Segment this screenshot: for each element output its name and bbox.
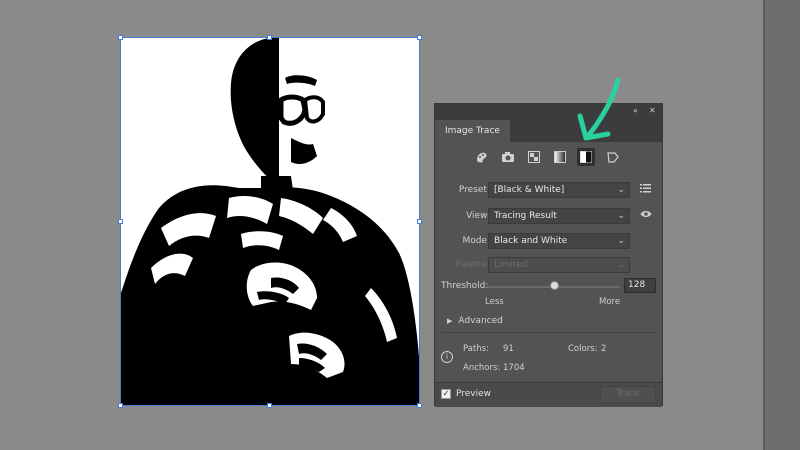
palette-label: Palette: — [455, 260, 490, 270]
grayscale-icon[interactable] — [551, 148, 569, 166]
mode-label: Mode: — [462, 236, 490, 246]
trace-stats: i Paths: 91 Colors: 2 Anchors: 1704 — [435, 341, 662, 381]
preset-list-icon[interactable] — [640, 184, 651, 196]
preset-label: Preset: — [458, 185, 490, 195]
view-dropdown[interactable]: Tracing Result ⌄ — [488, 208, 630, 224]
chevron-down-icon: ⌄ — [617, 211, 625, 221]
trace-button[interactable]: Trace — [600, 386, 656, 403]
view-value: Tracing Result — [494, 211, 557, 221]
selection-handle-top-right[interactable] — [417, 35, 422, 40]
chevron-down-icon: ⌄ — [617, 260, 625, 270]
workspace-right-edge — [763, 0, 800, 450]
tab-image-trace[interactable]: Image Trace — [435, 120, 510, 142]
palette-dropdown: Limited ⌄ — [488, 257, 630, 273]
high-color-icon[interactable] — [499, 148, 517, 166]
selection-handle-bottom-center[interactable] — [267, 403, 272, 408]
chevron-down-icon: ⌄ — [617, 236, 625, 246]
artboard-traced-image[interactable] — [121, 38, 420, 406]
mode-dropdown[interactable]: Black and White ⌄ — [488, 233, 630, 249]
selection-handle-bottom-right[interactable] — [417, 403, 422, 408]
view-row: View: Tracing Result ⌄ — [435, 208, 662, 226]
preset-dropdown[interactable]: [Black & White] ⌄ — [488, 182, 630, 198]
image-trace-panel: « ✕ Image Trace Preset: [Black & White] ⌄ — [434, 103, 663, 407]
selection-handle-top-center[interactable] — [267, 35, 272, 40]
panel-title-bar[interactable]: « ✕ — [435, 104, 662, 118]
colors-label: Colors: — [568, 344, 598, 354]
selection-handle-middle-left[interactable] — [118, 219, 123, 224]
preset-row: Preset: [Black & White] ⌄ — [435, 182, 662, 200]
outline-icon[interactable] — [603, 148, 621, 166]
triangle-right-icon: ▶ — [447, 317, 453, 325]
threshold-more-label: More — [599, 297, 621, 307]
threshold-less-label: Less — [485, 297, 504, 307]
annotation-arrow-icon — [577, 77, 621, 141]
colors-value: 2 — [601, 344, 607, 354]
eye-icon[interactable] — [640, 210, 652, 221]
low-color-icon[interactable] — [525, 148, 543, 166]
preview-checkbox[interactable]: ✓ — [441, 389, 451, 399]
divider — [441, 332, 656, 333]
paths-label: Paths: — [463, 344, 489, 354]
anchors-label: Anchors: — [463, 363, 501, 373]
auto-color-icon[interactable] — [473, 148, 491, 166]
advanced-label: Advanced — [458, 316, 503, 326]
anchors-value: 1704 — [503, 363, 525, 373]
selection-handle-middle-right[interactable] — [417, 219, 422, 224]
close-panel-icon[interactable]: ✕ — [649, 106, 656, 115]
preview-label: Preview — [456, 389, 492, 399]
threshold-input[interactable]: 128 — [624, 278, 656, 293]
selection-handle-bottom-left[interactable] — [118, 403, 123, 408]
view-label: View: — [466, 211, 490, 221]
mode-row: Mode: Black and White ⌄ — [435, 233, 662, 251]
selection-handle-top-left[interactable] — [118, 35, 123, 40]
panel-tab-bar: Image Trace — [435, 118, 662, 142]
collapse-panel-icon[interactable]: « — [633, 106, 638, 115]
threshold-label: Threshold: — [441, 281, 489, 291]
advanced-toggle[interactable]: ▶ Advanced — [447, 316, 503, 326]
preset-value: [Black & White] — [494, 185, 565, 195]
panel-footer: ✓ Preview Trace — [435, 382, 662, 407]
chevron-down-icon: ⌄ — [617, 185, 625, 195]
paths-value: 91 — [503, 344, 514, 354]
black-and-white-icon[interactable] — [577, 148, 595, 166]
palette-row: Palette: Limited ⌄ — [435, 257, 662, 275]
mode-value: Black and White — [494, 236, 568, 246]
threshold-slider-knob[interactable] — [549, 281, 559, 290]
palette-value: Limited — [494, 260, 528, 270]
info-icon: i — [441, 351, 453, 363]
traced-portrait — [121, 38, 420, 406]
